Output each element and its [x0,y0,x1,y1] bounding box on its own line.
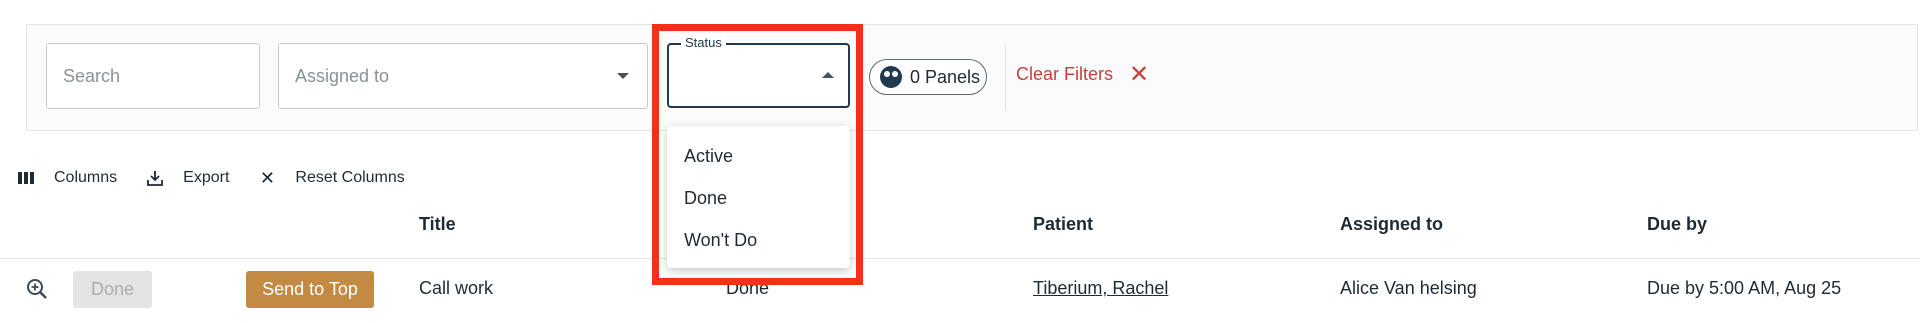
panels-button[interactable]: 0 Panels [869,59,987,95]
reset-columns-label: Reset Columns [295,169,405,186]
column-header-assigned-to[interactable]: Assigned to [1340,214,1443,235]
clear-filters-label: Clear Filters [1016,64,1114,84]
chevron-down-icon [617,73,629,79]
export-button[interactable]: Export [145,168,229,188]
download-icon [145,168,165,188]
search-placeholder: Search [63,66,121,86]
cell-title: Call work [419,278,494,298]
reset-columns-button[interactable]: ✕ Reset Columns [257,167,405,188]
column-header-title[interactable]: Title [419,214,456,235]
search-input[interactable]: Search [46,43,260,109]
send-to-top-button[interactable]: Send to Top [246,271,374,308]
panels-icon [880,66,902,88]
header-divider [0,258,1920,259]
filter-divider [1005,45,1006,111]
columns-button[interactable]: Columns [16,168,117,188]
panels-label: 0 Panels [910,66,981,87]
cell-assigned-to: Alice Van helsing [1340,278,1477,298]
table-toolbar: Columns Export ✕ Reset Columns [16,168,405,188]
columns-icon [16,168,36,188]
cell-patient-link[interactable]: Tiberium, Rachel [1033,278,1168,299]
highlight-box [652,24,863,285]
column-header-patient[interactable]: Patient [1033,214,1093,235]
cell-due-by: Due by 5:00 AM, Aug 25 [1647,278,1842,298]
zoom-in-icon[interactable] [26,278,48,300]
export-label: Export [183,169,230,186]
done-button[interactable]: Done [73,271,152,308]
close-icon: ✕ [259,167,275,188]
assigned-to-select[interactable]: Assigned to [278,43,648,109]
columns-label: Columns [54,169,118,186]
column-header-due-by[interactable]: Due by [1647,214,1707,235]
close-icon: ✕ [1129,60,1150,88]
clear-filters-button[interactable]: Clear Filters ✕ [1016,60,1150,88]
assigned-to-placeholder: Assigned to [295,66,390,86]
